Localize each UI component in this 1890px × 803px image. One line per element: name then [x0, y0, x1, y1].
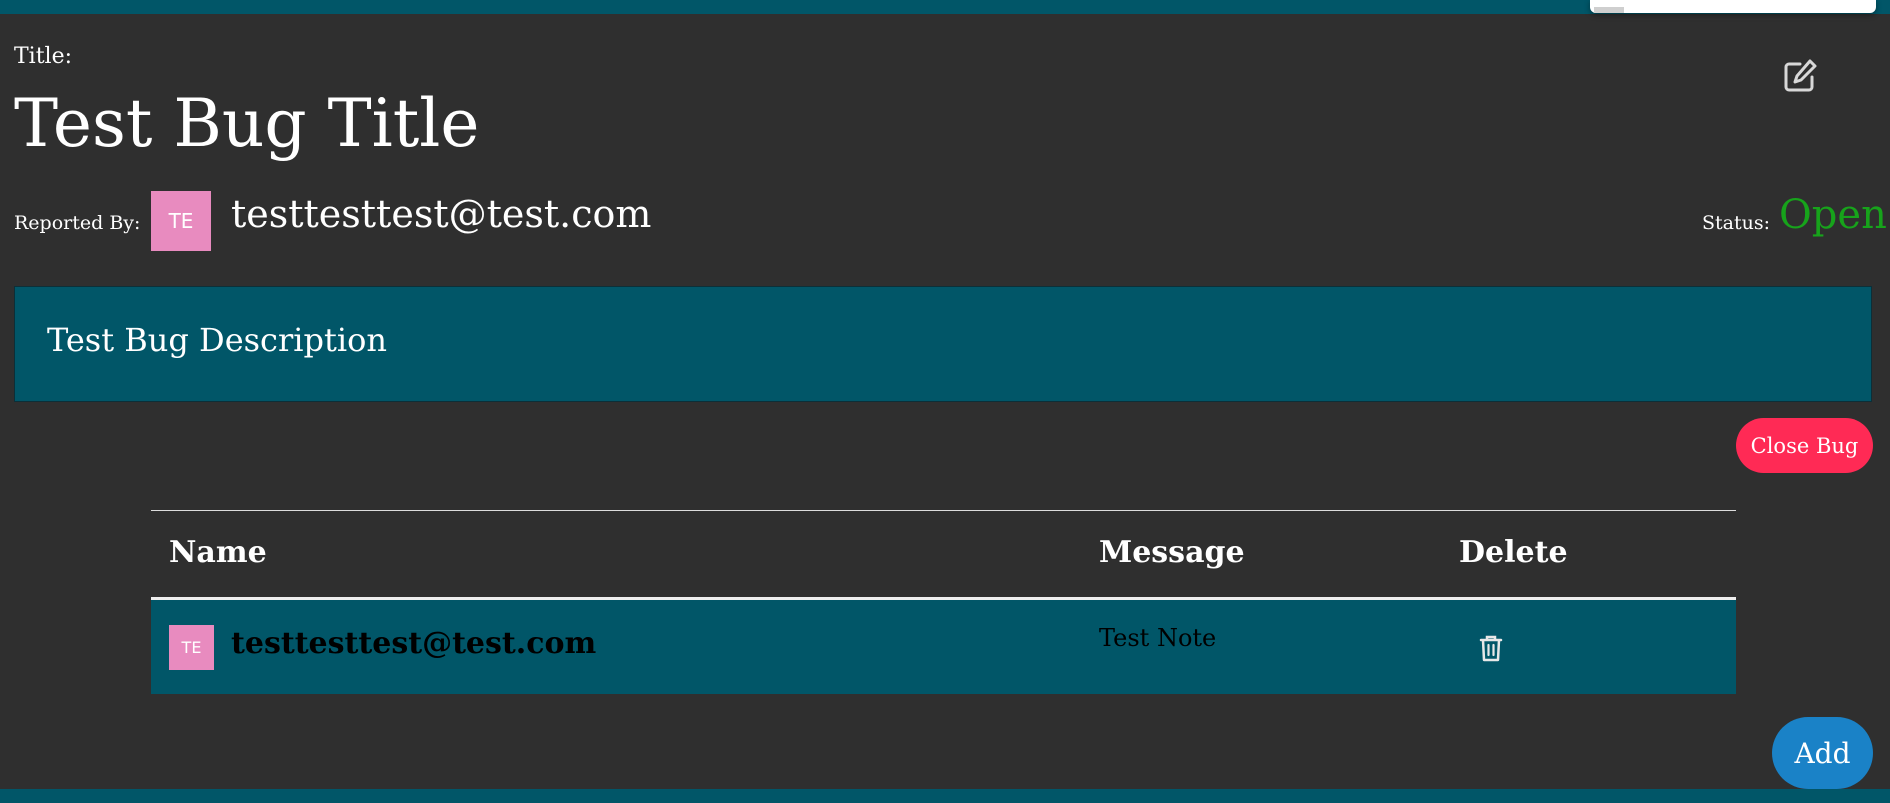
reporter-email: testtesttest@test.com	[231, 192, 652, 236]
edit-icon	[1784, 59, 1817, 92]
note-message: Test Note	[1099, 624, 1217, 652]
header-delete: Delete	[1459, 535, 1568, 570]
notes-table: Name Message Delete TE testtesttest@test…	[151, 510, 1736, 694]
status-badge: Open	[1779, 192, 1887, 238]
bug-description: Test Bug Description	[47, 321, 387, 359]
trash-icon	[1479, 635, 1503, 662]
description-box: Test Bug Description	[14, 286, 1872, 402]
reporter-avatar: TE	[151, 191, 211, 251]
title-label: Title:	[14, 44, 73, 69]
close-bug-button[interactable]: Close Bug	[1736, 418, 1873, 473]
note-author-name: testtesttest@test.com	[231, 626, 597, 661]
header-message: Message	[1099, 535, 1245, 570]
table-row: TE testtesttest@test.com Test Note	[151, 600, 1736, 694]
edit-button[interactable]	[1780, 56, 1820, 96]
note-author-avatar: TE	[169, 625, 214, 670]
table-header: Name Message Delete	[151, 511, 1736, 597]
bottom-bar	[0, 789, 1890, 803]
delete-note-button[interactable]	[1479, 634, 1503, 662]
bug-title: Test Bug Title	[14, 85, 480, 162]
status-label: Status:	[1702, 212, 1771, 234]
header-name: Name	[169, 535, 267, 570]
reported-by-label: Reported By:	[14, 212, 141, 234]
dropdown-popup[interactable]	[1590, 0, 1876, 13]
add-note-button[interactable]: Add	[1772, 717, 1873, 789]
